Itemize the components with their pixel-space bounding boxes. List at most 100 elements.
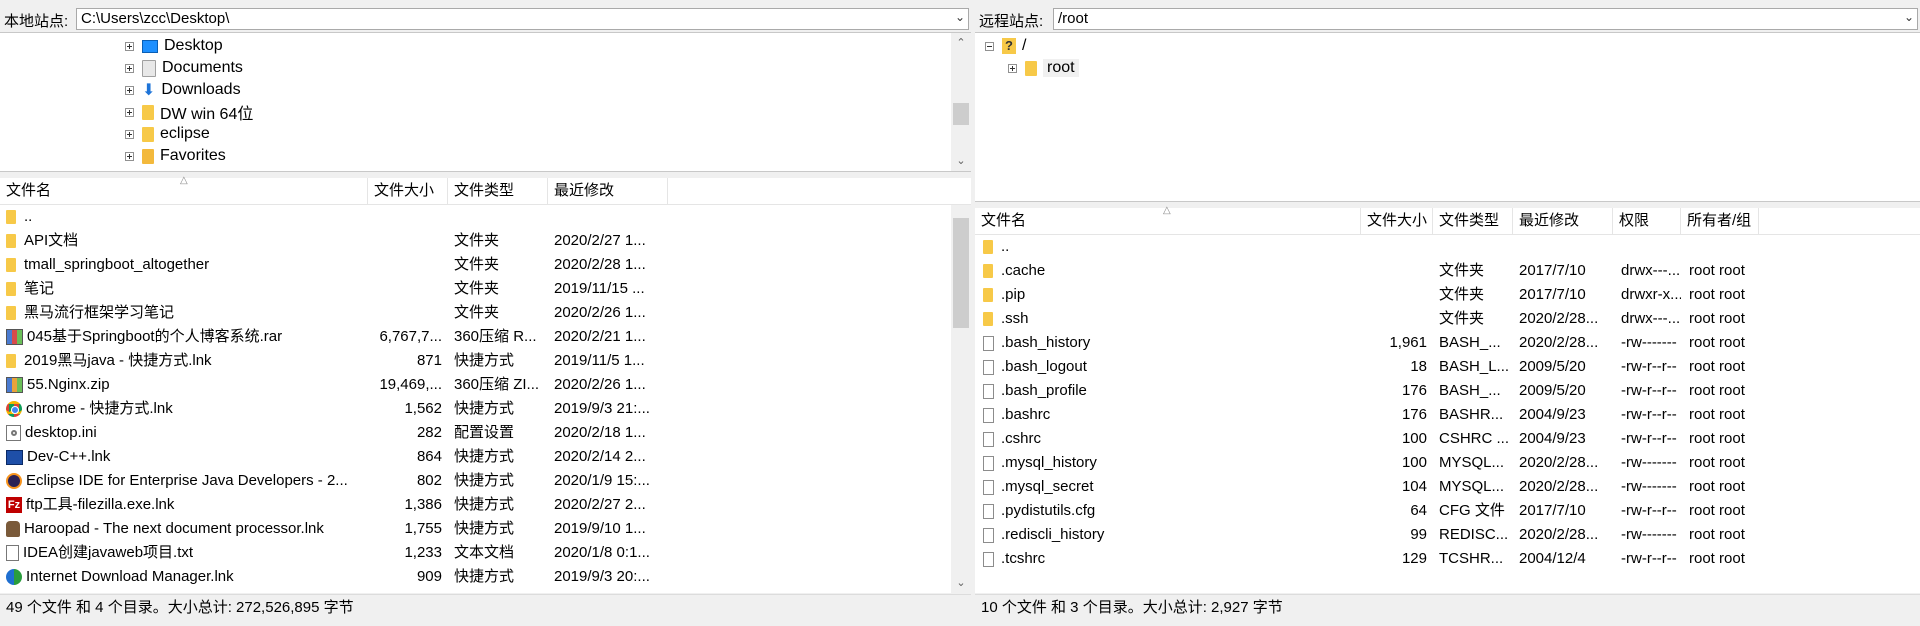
file-row[interactable]: .. [0,205,971,229]
column-filetype[interactable]: 文件类型 [1433,208,1513,234]
rar-icon [6,329,23,345]
cell-type: 快捷方式 [454,352,515,369]
cell-type: 文件夹 [454,256,500,273]
expand-icon[interactable] [125,41,134,51]
cell-name: 黑马流行框架学习笔记 [6,301,366,325]
remote-path-dropdown-icon[interactable]: ⌄ [1904,10,1914,24]
file-row[interactable]: .tcshrc 129 TCSHR... 2004/12/4 -rw-r--r-- roo… [975,547,1920,571]
column-filesize[interactable]: 文件大小 [1361,208,1433,234]
local-path-input[interactable]: C:\Users\zcc\Desktop\ [76,8,969,30]
tree-item[interactable]: Desktop [125,35,223,57]
file-row[interactable]: 55.Nginx.zip 19,469,... 360压缩 ZI... 2020/2/… [0,373,971,397]
column-filesize[interactable]: 文件大小 [368,178,448,204]
cell-owner [1689,235,1759,259]
remote-path-input[interactable]: /root [1053,8,1918,30]
file-row[interactable]: .mysql_secret 104 MYSQL... 2020/2/28... -rw-… [975,475,1920,499]
file-row[interactable]: .bash_profile 176 BASH_... 2009/5/20 -rw-r--… [975,379,1920,403]
remote-file-list: .. .cache 文件夹 2017/7/10 drwx---... root root.… [975,235,1920,593]
scroll-up-icon[interactable]: ⌃ [951,35,971,51]
file-name: 黑马流行框架学习笔记 [24,304,175,321]
file-row[interactable]: .cache 文件夹 2017/7/10 drwx---... root root [975,259,1920,283]
file-row[interactable]: .ssh 文件夹 2020/2/28... drwx---... root root [975,307,1920,331]
local-tree-scrollbar[interactable]: ⌃ ⌄ [951,33,971,171]
file-row[interactable]: desktop.ini 282 配置设置 2020/2/18 1... [0,421,971,445]
file-row[interactable]: 笔记 文件夹 2019/11/15 ... [0,277,971,301]
file-row[interactable]: IDEA创建javaweb项目.txt 1,233 文本文档 2020/1/8 0:1… [0,541,971,565]
file-name: 045基于Springboot的个人博客系统.rar [27,328,283,345]
local-path-dropdown-icon[interactable]: ⌄ [955,10,965,24]
tree-item[interactable]: Favorites [125,145,226,167]
file-row[interactable]: tmall_springboot_altogether 文件夹 2020/2/28 … [0,253,971,277]
expand-icon[interactable] [125,85,134,95]
cell-type: 快捷方式 [454,496,515,513]
file-row[interactable]: .bash_logout 18 BASH_L... 2009/5/20 -rw-r--r… [975,355,1920,379]
expand-icon[interactable] [125,129,134,139]
cell-modified: 2004/9/23 [1519,430,1586,447]
column-modified[interactable]: 最近修改 [1513,208,1613,234]
file-row[interactable]: 045基于Springboot的个人博客系统.rar 6,767,7... 360压… [0,325,971,349]
tree-item[interactable]: root [1008,57,1079,79]
file-name: .rediscli_history [1001,526,1105,543]
file-row[interactable]: 2019黑马java - 快捷方式.lnk 871 快捷方式 2019/11/5 1.… [0,349,971,373]
tree-item[interactable]: ? / [985,35,1026,57]
favorites-icon [142,148,154,164]
cell-modified: 2017/7/10 [1519,262,1586,279]
cell-name: .ssh [983,307,1359,331]
scroll-thumb[interactable] [953,103,969,125]
cell-modified: 2020/2/21 1... [554,328,646,345]
cell-owner: root root [1689,454,1745,471]
cell-modified: 2017/7/10 [1519,286,1586,303]
file-row[interactable]: API文档 文件夹 2020/2/27 1... [0,229,971,253]
file-row[interactable]: Fz ftp工具-filezilla.exe.lnk 1,386 快捷方式 2020/2… [0,493,971,517]
file-name: Dev-C++.lnk [27,448,111,465]
tree-item[interactable]: ⬇ Downloads [125,79,241,101]
cell-type: 配置设置 [454,424,515,441]
expand-icon[interactable] [125,151,134,161]
file-row[interactable]: Internet Download Manager.lnk 909 快捷方式 2019… [0,565,971,589]
scroll-down-icon[interactable]: ⌄ [951,153,971,169]
collapse-icon[interactable] [985,41,994,51]
local-file-list-header: 文件名 文件大小 文件类型 最近修改 △ [0,175,971,205]
local-site-label: 本地站点: [4,13,69,30]
cell-perm: drwx---... [1621,310,1681,327]
cell-name: 2019黑马java - 快捷方式.lnk [6,349,366,373]
cell-size: 282 [416,424,442,441]
tree-item[interactable]: Documents [125,57,243,79]
expand-icon[interactable] [1008,63,1017,73]
column-permissions[interactable]: 权限 [1613,208,1681,234]
file-row[interactable]: .bashrc 176 BASHR... 2004/9/23 -rw-r--r-- roo… [975,403,1920,427]
cell-modified: 2020/2/26 1... [554,304,646,321]
file-row[interactable]: chrome - 快捷方式.lnk 1,562 快捷方式 2019/9/3 21:..… [0,397,971,421]
cell-size: 6,767,7... [379,328,442,345]
file-row[interactable]: .mysql_history 100 MYSQL... 2020/2/28... -rw… [975,451,1920,475]
folder-icon [6,282,16,296]
file-row[interactable]: Eclipse IDE for Enterprise Java Develope… [0,469,971,493]
remote-path-bar: 远程站点: /root ⌄ [975,6,1920,32]
file-row[interactable]: Haroopad - The next document processor.l… [0,517,971,541]
file-row[interactable]: .bash_history 1,961 BASH_... 2020/2/28... -r… [975,331,1920,355]
cell-size: 1,755 [404,520,442,537]
eclipse-icon [6,473,22,489]
cell-name: Haroopad - The next document processor.l… [6,517,366,541]
tree-item[interactable]: DW win 64位 [125,101,253,123]
column-modified[interactable]: 最近修改 [548,178,668,204]
file-row[interactable]: .. [975,235,1920,259]
file-row[interactable]: .pip 文件夹 2017/7/10 drwxr-x... root root [975,283,1920,307]
folder-icon [983,240,993,254]
file-row[interactable]: Dev-C++.lnk 864 快捷方式 2020/2/14 2... [0,445,971,469]
cell-type: 360压缩 ZI... [454,376,540,393]
cell-modified: 2020/2/27 1... [554,232,646,249]
folder-icon [983,264,993,278]
column-filetype[interactable]: 文件类型 [448,178,548,204]
file-name: 55.Nginx.zip [27,376,110,393]
file-row[interactable]: .cshrc 100 CSHRC ... 2004/9/23 -rw-r--r-- roo… [975,427,1920,451]
file-row[interactable]: 黑马流行框架学习笔记 文件夹 2020/2/26 1... [0,301,971,325]
file-row[interactable]: .pydistutils.cfg 64 CFG 文件 2017/7/10 -rw-r--… [975,499,1920,523]
expand-icon[interactable] [125,107,134,117]
tree-item[interactable]: eclipse [125,123,210,145]
file-row[interactable]: .rediscli_history 99 REDISC... 2020/2/28...… [975,523,1920,547]
cell-owner: root root [1689,358,1745,375]
column-owner-group[interactable]: 所有者/组 [1681,208,1759,234]
file-icon [983,479,994,495]
expand-icon[interactable] [125,63,134,73]
